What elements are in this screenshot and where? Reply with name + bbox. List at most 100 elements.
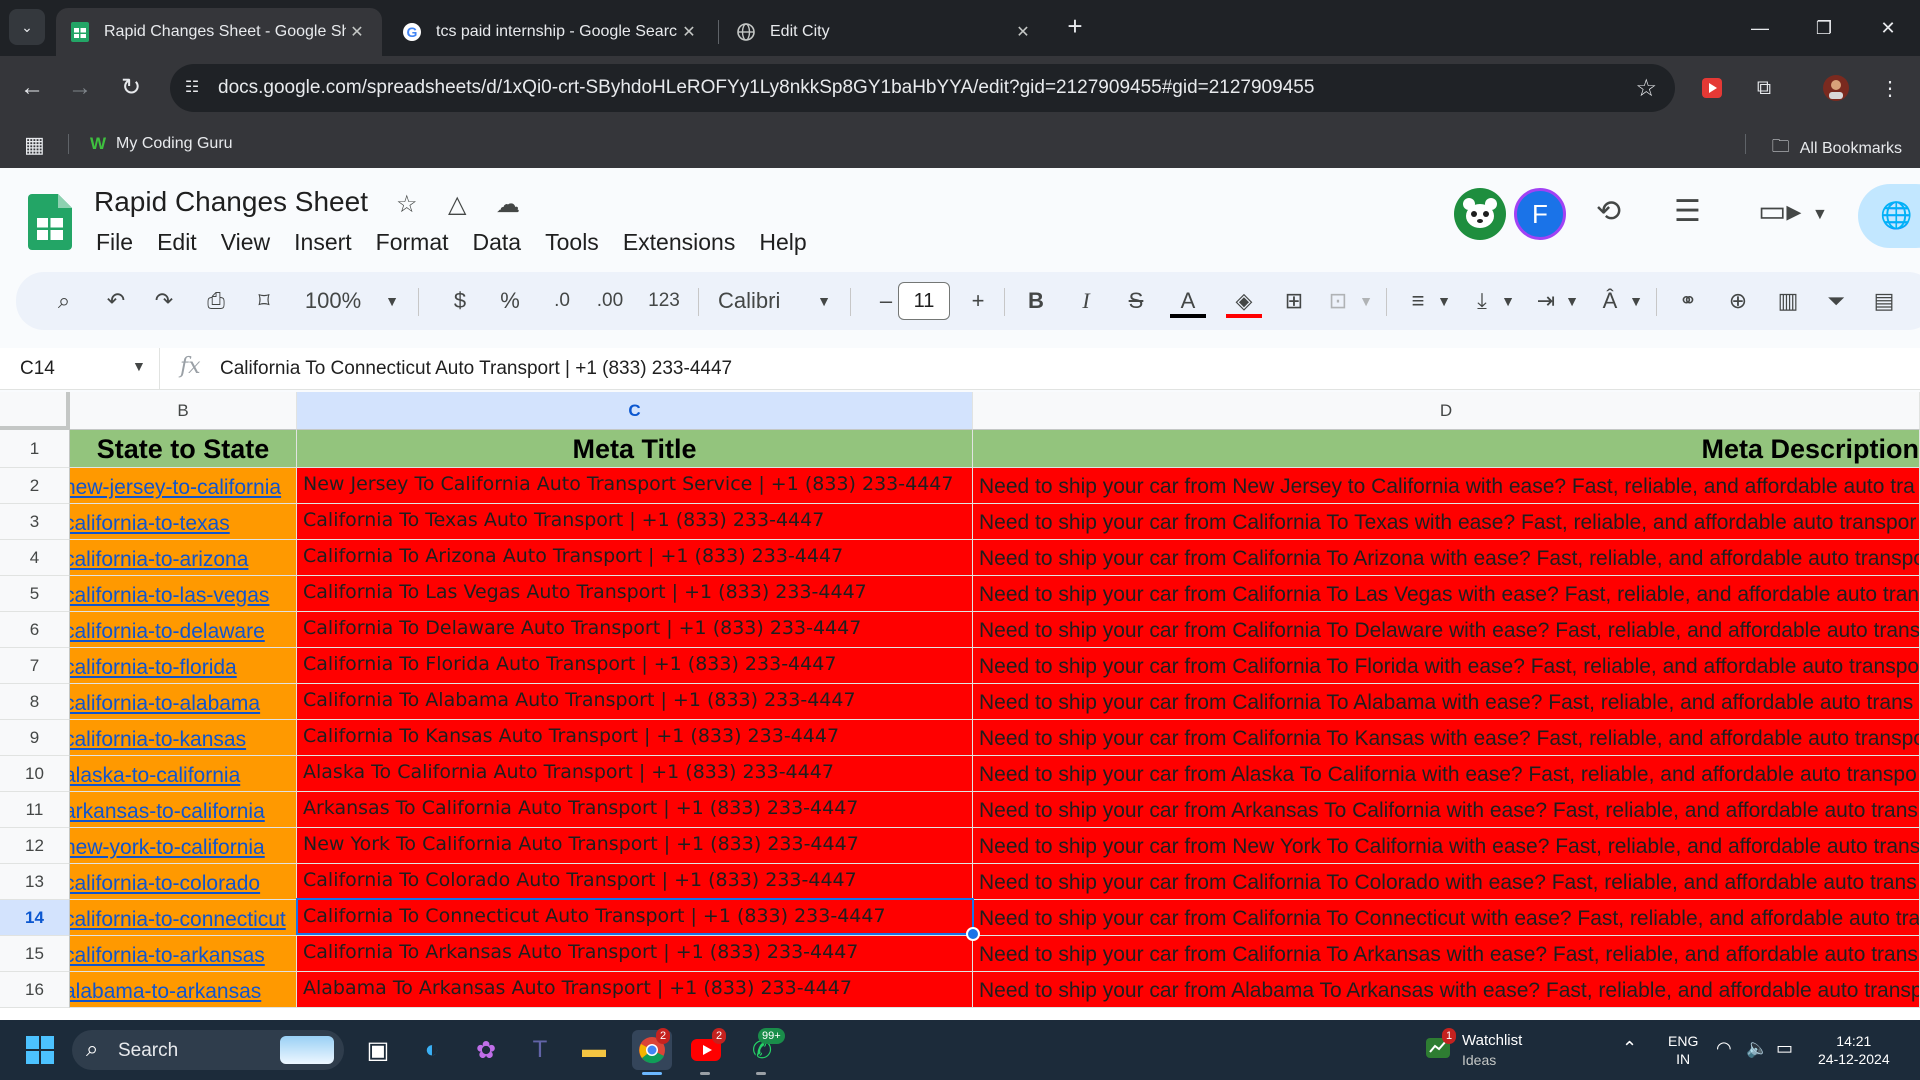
formula-input[interactable]: California To Connecticut Auto Transport…: [220, 358, 732, 380]
cell-slug-link[interactable]: california-to-las-vegas: [70, 576, 297, 612]
select-all-corner[interactable]: [0, 392, 70, 430]
window-close-button[interactable]: ✕: [1868, 10, 1908, 46]
cell-slug-link[interactable]: california-to-arizona: [70, 540, 297, 576]
cell-meta-title[interactable]: California To Colorado Auto Transport | …: [297, 864, 973, 900]
close-icon[interactable]: ✕: [1012, 22, 1034, 42]
cell-slug-link[interactable]: california-to-delaware: [70, 612, 297, 648]
row-header[interactable]: 12: [0, 828, 70, 864]
bold-button[interactable]: B: [1020, 272, 1052, 330]
windows-start-icon[interactable]: [26, 1036, 54, 1064]
cell-meta-title[interactable]: Alabama To Arkansas Auto Transport | +1 …: [297, 972, 973, 1008]
chevron-up-icon[interactable]: ⌃: [1622, 1038, 1637, 1059]
row-header[interactable]: 16: [0, 972, 70, 1008]
comments-icon[interactable]: ☰: [1674, 194, 1701, 229]
cell-meta-description[interactable]: Need to ship your car from California To…: [973, 540, 1920, 576]
document-title[interactable]: Rapid Changes Sheet: [94, 186, 368, 218]
cell-meta-title[interactable]: California To Florida Auto Transport | +…: [297, 648, 973, 684]
cell-meta-description[interactable]: Need to ship your car from California To…: [973, 504, 1920, 540]
battery-icon[interactable]: ▭: [1776, 1038, 1793, 1059]
task-view-icon[interactable]: ▣: [358, 1030, 398, 1070]
undo-icon[interactable]: ↶: [100, 272, 132, 330]
cell-slug-link[interactable]: california-to-connecticut: [70, 900, 297, 936]
wifi-icon[interactable]: ◠: [1716, 1038, 1732, 1059]
decrease-decimal-button[interactable]: .0: [542, 272, 582, 330]
text-rotation-icon[interactable]: Â: [1594, 272, 1626, 330]
cell-meta-title[interactable]: California To Texas Auto Transport | +1 …: [297, 504, 973, 540]
cell-meta-description[interactable]: Need to ship your car from Arkansas To C…: [973, 792, 1920, 828]
restore-button[interactable]: ❐: [1804, 10, 1844, 46]
cell-slug-link[interactable]: new-york-to-california: [70, 828, 297, 864]
menu-format[interactable]: Format: [364, 224, 461, 260]
font-family-select[interactable]: Calibri: [704, 272, 814, 330]
close-icon[interactable]: ✕: [678, 22, 700, 42]
filter-views-icon[interactable]: ▤: [1868, 272, 1900, 330]
row-header[interactable]: 14: [0, 900, 70, 936]
chevron-down-icon[interactable]: ▼: [1626, 272, 1646, 330]
row-header[interactable]: 10: [0, 756, 70, 792]
menu-extensions[interactable]: Extensions: [611, 224, 748, 260]
row-header[interactable]: 6: [0, 612, 70, 648]
omnibox[interactable]: ☷ docs.google.com/spreadsheets/d/1xQi0-c…: [170, 64, 1675, 112]
cloud-saved-icon[interactable]: ☁: [496, 190, 520, 219]
horizontal-align-icon[interactable]: ≡: [1402, 272, 1434, 330]
italic-button[interactable]: I: [1070, 272, 1102, 330]
cell-meta-description[interactable]: Need to ship your car from California To…: [973, 576, 1920, 612]
edge-icon[interactable]: ◐: [412, 1030, 452, 1070]
chevron-down-icon[interactable]: ▼: [1498, 272, 1518, 330]
cell-meta-description[interactable]: Need to ship your car from California To…: [973, 720, 1920, 756]
extensions-puzzle-icon[interactable]: ⧉: [1748, 72, 1780, 104]
menu-data[interactable]: Data: [461, 224, 534, 260]
text-color-icon[interactable]: A: [1170, 272, 1206, 330]
redo-icon[interactable]: ↷: [148, 272, 180, 330]
chevron-down-icon[interactable]: ▼: [1812, 206, 1828, 224]
row-header[interactable]: 13: [0, 864, 70, 900]
site-info-icon[interactable]: ☷: [180, 76, 204, 100]
increase-decimal-button[interactable]: .00: [590, 272, 630, 330]
cell-slug-link[interactable]: california-to-texas: [70, 504, 297, 540]
cell-meta-title[interactable]: Arkansas To California Auto Transport | …: [297, 792, 973, 828]
cell-meta-title[interactable]: Alaska To California Auto Transport | +1…: [297, 756, 973, 792]
chrome-menu-icon[interactable]: ⋮: [1874, 72, 1906, 104]
bookmark-my-coding-guru[interactable]: W My Coding Guru: [90, 134, 233, 154]
merge-cells-icon[interactable]: ⊡: [1322, 272, 1354, 330]
filter-icon[interactable]: ⏷: [1820, 272, 1852, 330]
reload-button[interactable]: ↻: [113, 70, 149, 106]
cell-meta-description[interactable]: Need to ship your car from California To…: [973, 684, 1920, 720]
menu-file[interactable]: File: [84, 224, 145, 260]
cell-meta-description[interactable]: Need to ship your car from California To…: [973, 864, 1920, 900]
cell-meta-title[interactable]: New York To California Auto Transport | …: [297, 828, 973, 864]
close-icon[interactable]: ✕: [346, 22, 368, 42]
collaborator-avatar-panda[interactable]: [1454, 188, 1506, 240]
paint-format-icon[interactable]: ⌑: [248, 272, 280, 330]
cell-meta-description[interactable]: Need to ship your car from New York To C…: [973, 828, 1920, 864]
font-size-input[interactable]: 11: [898, 282, 950, 320]
cell-meta-description[interactable]: Need to ship your car from California To…: [973, 612, 1920, 648]
url-text[interactable]: docs.google.com/spreadsheets/d/1xQi0-crt…: [218, 77, 1314, 99]
cell-meta-description[interactable]: Need to ship your car from New Jersey to…: [973, 468, 1920, 504]
minimize-button[interactable]: —: [1740, 10, 1780, 46]
tab-search-button[interactable]: ⌄: [9, 9, 45, 45]
row-header[interactable]: 1: [0, 430, 70, 468]
cell-meta-title[interactable]: California To Arizona Auto Transport | +…: [297, 540, 973, 576]
tab-edit-city[interactable]: Edit City ✕: [722, 8, 1048, 56]
header-cell-state-to-state[interactable]: State to State: [70, 430, 297, 468]
tab-rapid-changes-sheet[interactable]: Rapid Changes Sheet - Google Sheets ✕: [56, 8, 382, 56]
all-bookmarks-button[interactable]: 🗀 All Bookmarks: [1772, 134, 1902, 164]
header-cell-meta-title[interactable]: Meta Title: [297, 430, 973, 468]
apps-grid-icon[interactable]: ▦: [24, 132, 45, 158]
cell-slug-link[interactable]: arkansas-to-california: [70, 792, 297, 828]
vertical-align-icon[interactable]: ⤓: [1466, 272, 1498, 330]
percent-format-button[interactable]: %: [494, 272, 526, 330]
language-indicator[interactable]: ENG IN: [1668, 1032, 1698, 1068]
back-button[interactable]: ←: [14, 70, 50, 106]
number-format-button[interactable]: 123: [642, 272, 686, 330]
share-button[interactable]: 🌐: [1858, 184, 1920, 248]
strikethrough-icon[interactable]: S: [1120, 272, 1152, 330]
cell-slug-link[interactable]: california-to-colorado: [70, 864, 297, 900]
move-to-drive-icon[interactable]: △: [448, 190, 466, 219]
watchlist-widget[interactable]: 1 Watchlist Ideas: [1424, 1028, 1522, 1068]
borders-icon[interactable]: ⊞: [1278, 272, 1310, 330]
cell-meta-title[interactable]: California To Delaware Auto Transport | …: [297, 612, 973, 648]
file-explorer-icon[interactable]: ▬: [574, 1030, 614, 1070]
menu-tools[interactable]: Tools: [533, 224, 611, 260]
